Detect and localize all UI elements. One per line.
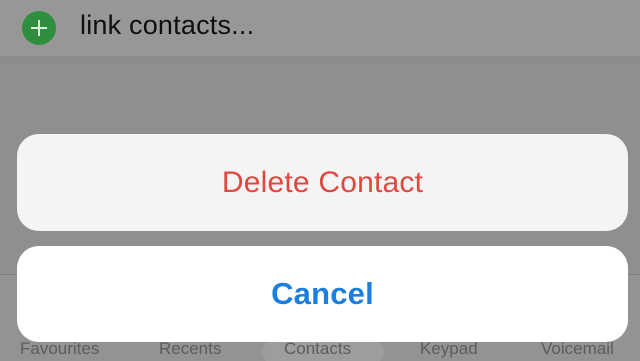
section-separator (0, 56, 640, 64)
cancel-button[interactable]: Cancel (17, 246, 628, 342)
tab-favourites[interactable]: Favourites (20, 339, 99, 359)
contact-screen: link contacts... Favourites Recents Cont… (0, 0, 640, 361)
link-contacts-label: link contacts... (80, 10, 255, 40)
delete-contact-label: Delete Contact (221, 165, 424, 199)
delete-contact-button[interactable]: Delete Contact (17, 134, 628, 231)
plus-circle-icon[interactable] (22, 11, 56, 45)
link-contacts-row[interactable]: link contacts... (0, 0, 640, 56)
tab-contacts[interactable]: Contacts (284, 339, 351, 359)
tab-recents[interactable]: Recents (159, 339, 221, 359)
tab-keypad[interactable]: Keypad (420, 339, 478, 359)
cancel-label: Cancel (271, 276, 374, 311)
tab-voicemail[interactable]: Voicemail (541, 339, 614, 359)
